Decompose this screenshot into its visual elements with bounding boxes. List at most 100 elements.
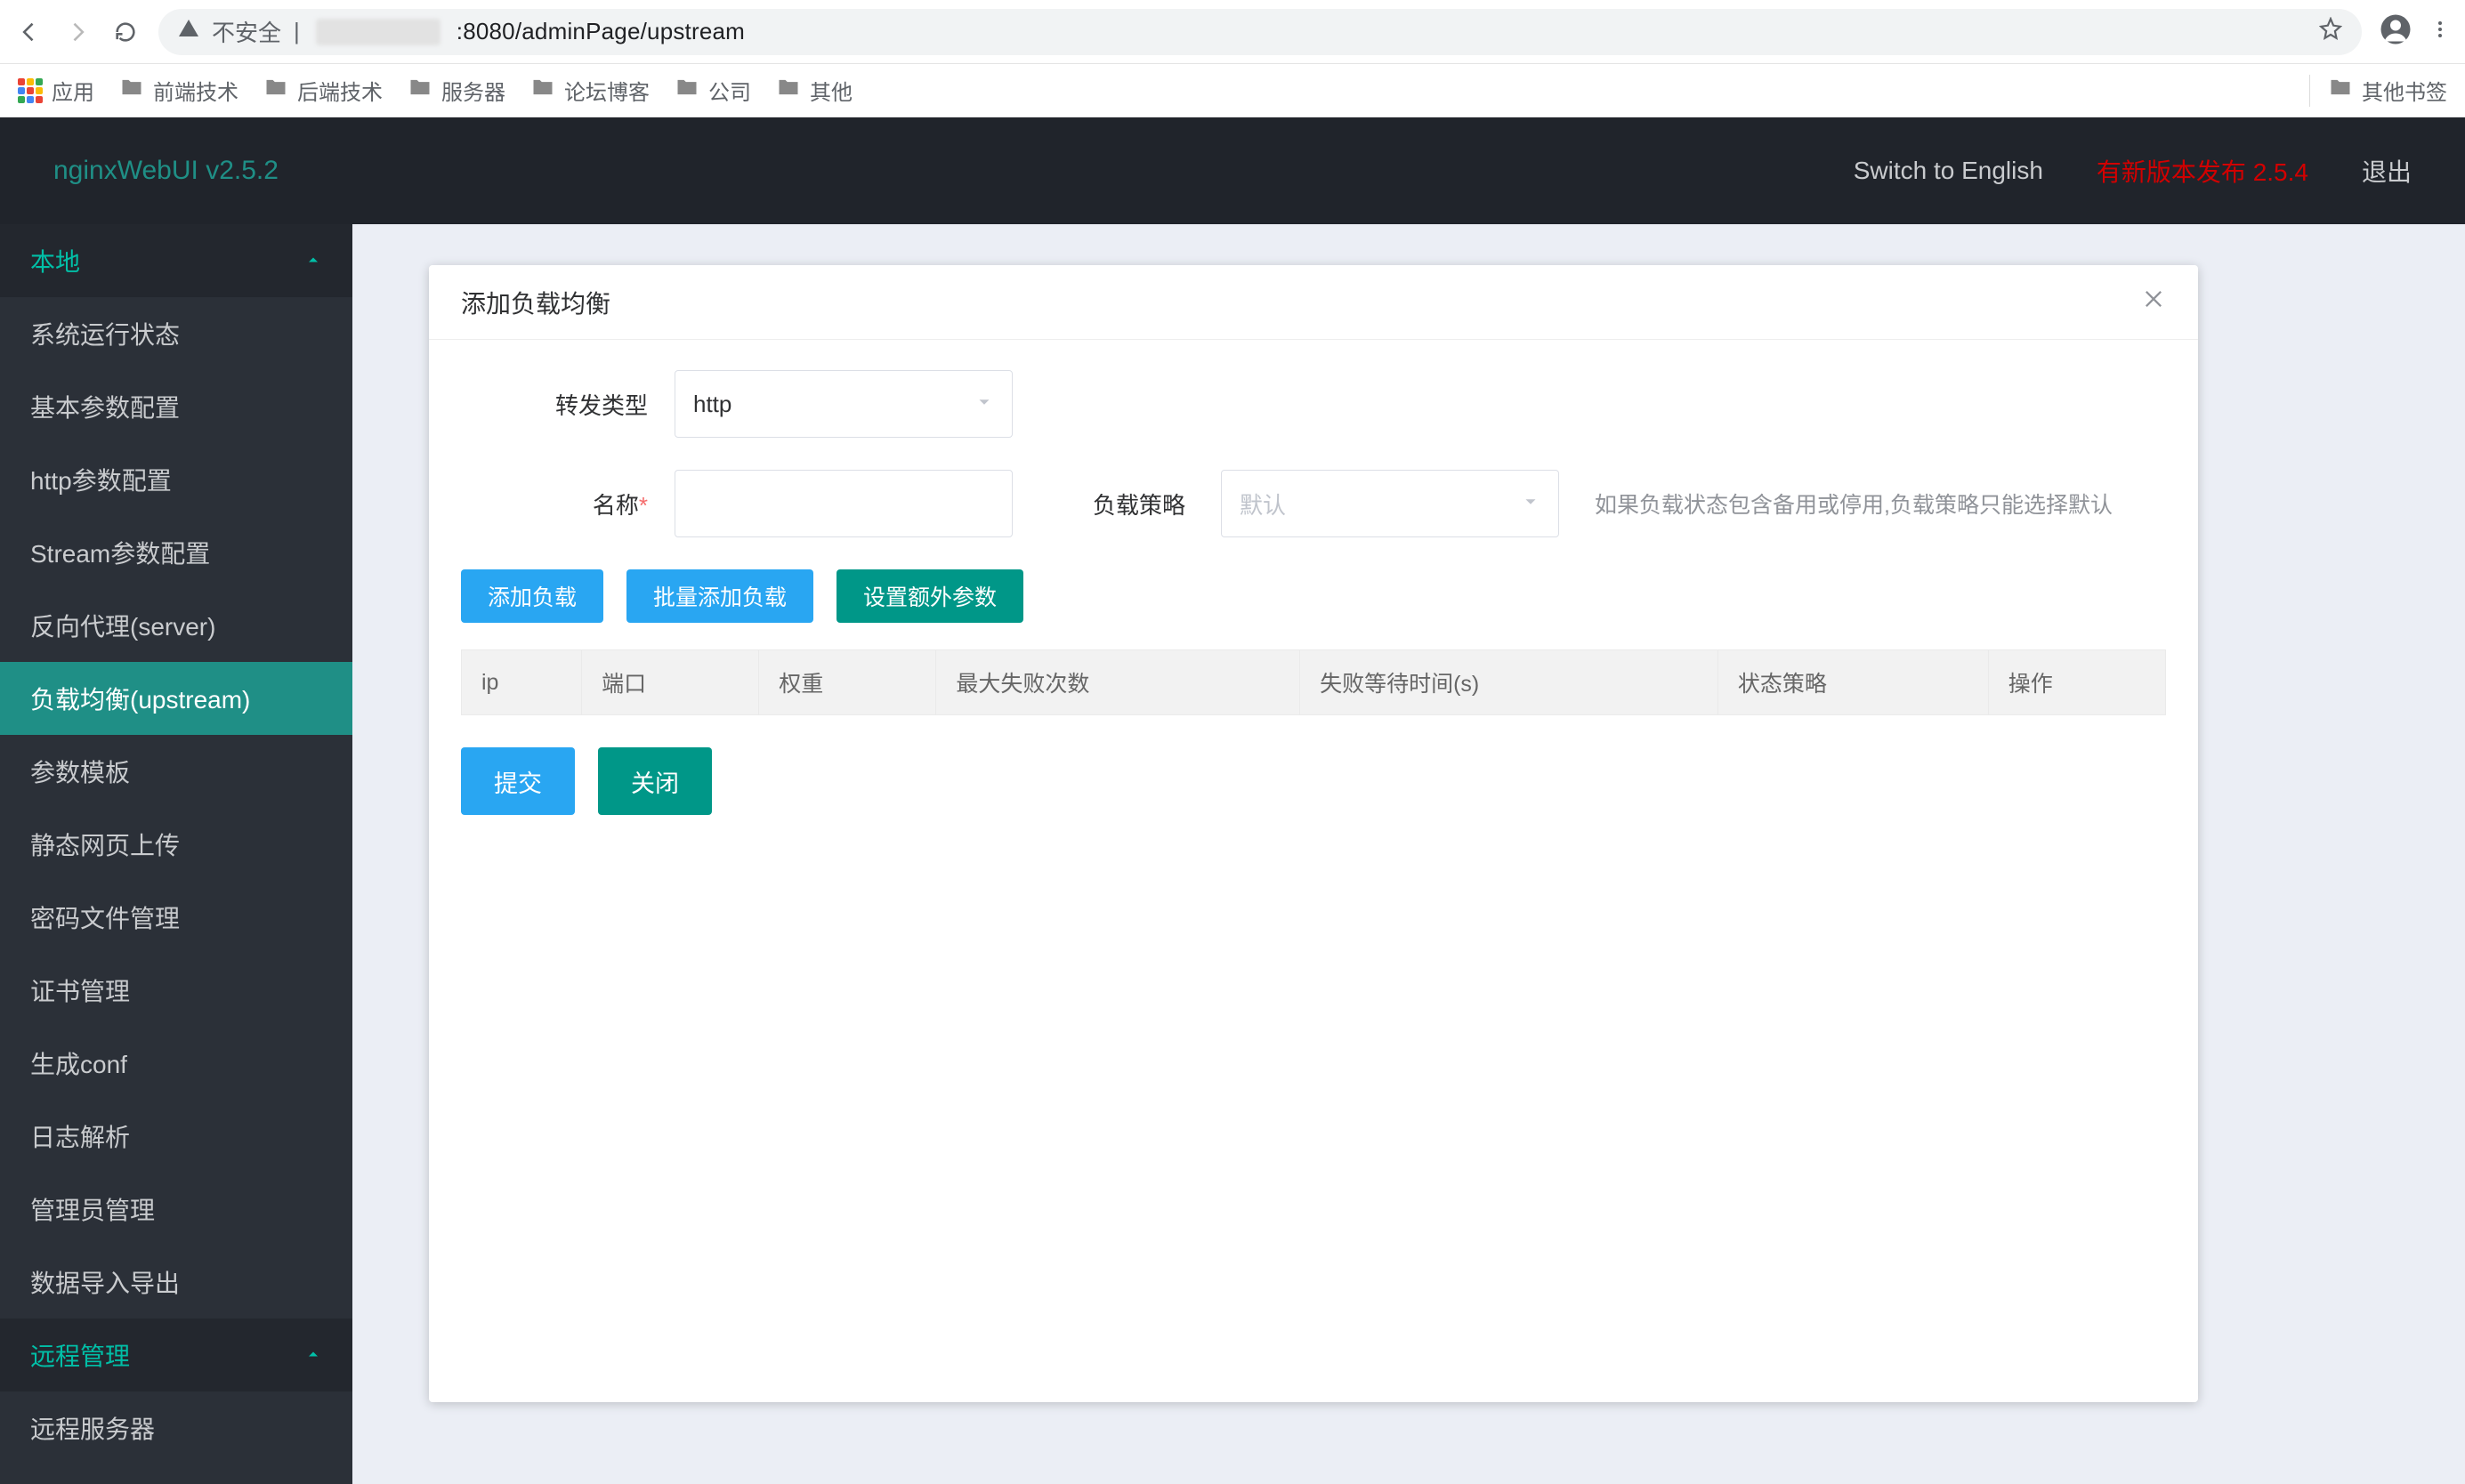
sidebar-item[interactable]: Stream参数配置 <box>0 516 352 589</box>
bookmark-label: 后端技术 <box>297 75 383 106</box>
back-button[interactable] <box>14 17 44 47</box>
table-header: 操作 <box>1988 650 2165 715</box>
app-header: nginxWebUI v2.5.2 Switch to English 有新版本… <box>0 117 2465 224</box>
modal-close-button[interactable] <box>2141 286 2166 318</box>
sidebar-item-label: 密码文件管理 <box>30 899 180 935</box>
table-header: ip <box>462 650 582 715</box>
folder-icon <box>530 75 555 106</box>
browser-menu-icon[interactable] <box>2429 19 2451 44</box>
strategy-label: 负载策略 <box>1093 488 1185 520</box>
sidebar-item[interactable]: 负载均衡(upstream) <box>0 662 352 735</box>
host-blurred <box>316 19 440 45</box>
strategy-select[interactable]: 默认 <box>1221 470 1559 537</box>
sidebar-item[interactable]: 管理员管理 <box>0 1173 352 1246</box>
bookmark-folder[interactable]: 其他 <box>776 75 853 106</box>
bookmark-folder[interactable]: 公司 <box>675 75 751 106</box>
modal-header: 添加负载均衡 <box>429 265 2198 340</box>
bookmark-star-icon[interactable] <box>2319 17 2342 46</box>
sidebar-item-label: 系统运行状态 <box>30 316 180 351</box>
sidebar-item[interactable]: 证书管理 <box>0 954 352 1027</box>
close-button[interactable]: 关闭 <box>598 747 712 815</box>
add-upstream-modal: 添加负载均衡 转发类型 http 名称* <box>429 265 2198 1402</box>
bookmark-folder[interactable]: 论坛博客 <box>530 75 650 106</box>
bookmark-label: 服务器 <box>441 75 505 106</box>
table-header: 最大失败次数 <box>936 650 1300 715</box>
address-bar[interactable]: 不安全 | :8080/adminPage/upstream <box>158 9 2362 55</box>
reload-button[interactable] <box>110 17 141 47</box>
apps-label: 应用 <box>52 75 94 106</box>
forward-button[interactable] <box>62 17 93 47</box>
folder-icon <box>776 75 801 106</box>
table-header: 端口 <box>582 650 759 715</box>
sidebar-item[interactable]: 远程服务器 <box>0 1391 352 1464</box>
other-bookmarks[interactable]: 其他书签 <box>2328 75 2447 106</box>
folder-icon <box>263 75 288 106</box>
app-brand: nginxWebUI v2.5.2 <box>53 156 279 186</box>
sidebar-item[interactable]: http参数配置 <box>0 443 352 516</box>
sidebar-item-label: 证书管理 <box>30 972 130 1008</box>
sidebar-item[interactable]: 静态网页上传 <box>0 808 352 881</box>
sidebar-item-label: 参数模板 <box>30 754 130 789</box>
forward-type-select[interactable]: http <box>675 370 1013 438</box>
sidebar-item-label: Stream参数配置 <box>30 535 210 570</box>
add-load-button[interactable]: 添加负载 <box>461 569 603 623</box>
sidebar-item-label: 反向代理(server) <box>30 608 215 643</box>
name-label: 名称* <box>461 488 648 520</box>
folder-icon <box>2328 75 2353 106</box>
forward-type-value: http <box>693 391 731 418</box>
strategy-hint: 如果负载状态包含备用或停用,负载策略只能选择默认 <box>1595 488 2113 520</box>
logout-link[interactable]: 退出 <box>2362 153 2412 189</box>
chevron-down-icon <box>1521 490 1540 518</box>
bookmark-folder[interactable]: 后端技术 <box>263 75 383 106</box>
sidebar-item[interactable]: 基本参数配置 <box>0 370 352 443</box>
sidebar-item[interactable]: 日志解析 <box>0 1100 352 1173</box>
submit-button[interactable]: 提交 <box>461 747 575 815</box>
bookmark-folder[interactable]: 服务器 <box>408 75 505 106</box>
apps-shortcut[interactable]: 应用 <box>18 75 94 106</box>
extra-params-button[interactable]: 设置额外参数 <box>836 569 1023 623</box>
strategy-placeholder: 默认 <box>1240 488 1286 520</box>
sidebar-section-local-label: 本地 <box>30 243 80 278</box>
sidebar-section-local[interactable]: 本地 <box>0 224 352 297</box>
switch-language-link[interactable]: Switch to English <box>1854 157 2043 185</box>
sidebar-item[interactable]: 数据导入导出 <box>0 1246 352 1319</box>
sidebar-item[interactable]: 参数模板 <box>0 735 352 808</box>
update-notice[interactable]: 有新版本发布 2.5.4 <box>2097 153 2308 189</box>
table-header: 失败等待时间(s) <box>1300 650 1718 715</box>
sidebar-item-label: 生成conf <box>30 1045 127 1081</box>
name-input[interactable] <box>675 470 1013 537</box>
folder-icon <box>119 75 144 106</box>
other-bookmarks-label: 其他书签 <box>2362 75 2447 106</box>
sidebar-section-remote[interactable]: 远程管理 <box>0 1319 352 1391</box>
sidebar-item-label: 日志解析 <box>30 1118 130 1154</box>
bookmark-label: 其他 <box>810 75 853 106</box>
folder-icon <box>675 75 699 106</box>
bookmarks-divider <box>2309 75 2310 107</box>
profile-avatar-icon[interactable] <box>2380 13 2412 50</box>
bookmark-label: 前端技术 <box>153 75 238 106</box>
insecure-icon <box>178 18 199 45</box>
sidebar: 本地 系统运行状态基本参数配置 http参数配置 Stream参数配置反向代理(se… <box>0 224 352 1484</box>
table-header: 权重 <box>759 650 936 715</box>
bookmark-label: 论坛博客 <box>564 75 650 106</box>
apps-icon <box>18 78 43 103</box>
insecure-label: 不安全 <box>212 15 281 48</box>
sidebar-item-label: 管理员管理 <box>30 1191 155 1227</box>
sidebar-item[interactable]: 系统运行状态 <box>0 297 352 370</box>
modal-title: 添加负载均衡 <box>461 285 610 320</box>
sidebar-item[interactable]: 密码文件管理 <box>0 881 352 954</box>
folder-icon <box>408 75 432 106</box>
sidebar-item[interactable]: 反向代理(server) <box>0 589 352 662</box>
sidebar-item-label: 负载均衡(upstream) <box>30 681 250 716</box>
sidebar-item-label: http参数配置 <box>30 462 172 497</box>
url-suffix: :8080/adminPage/upstream <box>457 18 745 45</box>
sidebar-item[interactable]: 生成conf <box>0 1027 352 1100</box>
sidebar-item-label: 数据导入导出 <box>30 1264 180 1300</box>
sidebar-item-label: 静态网页上传 <box>30 827 180 862</box>
batch-add-load-button[interactable]: 批量添加负载 <box>626 569 813 623</box>
bookmark-folder[interactable]: 前端技术 <box>119 75 238 106</box>
load-table: ip端口权重最大失败次数失败等待时间(s)状态策略操作 <box>461 649 2166 715</box>
chevron-down-icon <box>974 391 994 418</box>
caret-up-icon <box>304 246 322 275</box>
sidebar-section-remote-label: 远程管理 <box>30 1337 130 1373</box>
